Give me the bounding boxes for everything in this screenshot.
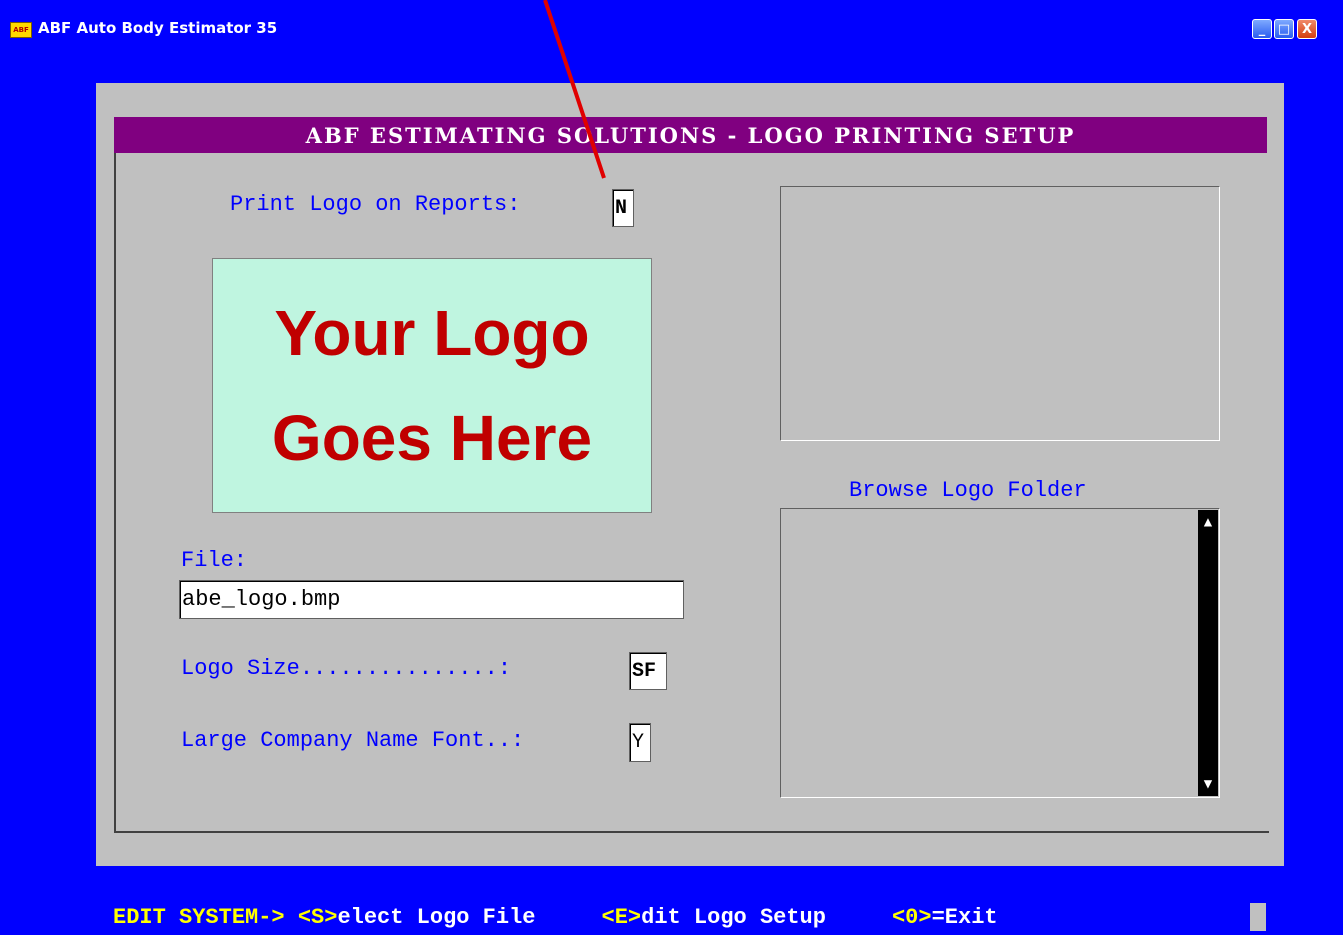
close-button[interactable]: X xyxy=(1297,19,1317,39)
select-key[interactable]: <S> xyxy=(298,905,338,930)
window-title: ABF Auto Body Estimator 35 xyxy=(38,19,278,37)
large-font-field[interactable]: Y xyxy=(629,723,651,762)
command-bar: EDIT SYSTEM-> <S> elect Logo File <E> di… xyxy=(113,900,998,935)
app-icon: ABF xyxy=(10,22,32,38)
print-logo-label: Print Logo on Reports: xyxy=(230,192,521,217)
edit-command[interactable]: dit Logo Setup xyxy=(641,905,826,930)
browse-scrollbar[interactable]: ▲ ▼ xyxy=(1198,510,1218,796)
browse-file-list[interactable] xyxy=(780,508,1220,798)
scroll-down-icon[interactable]: ▼ xyxy=(1198,774,1218,794)
edit-key[interactable]: <E> xyxy=(602,905,642,930)
title-bar: ABF ABF Auto Body Estimator 35 _ □ X xyxy=(0,0,1343,58)
file-input[interactable]: abe_logo.bmp xyxy=(179,580,684,619)
page-title: ABF ESTIMATING SOLUTIONS - LOGO PRINTING… xyxy=(114,117,1267,153)
large-font-label: Large Company Name Font..: xyxy=(181,728,525,753)
print-logo-field[interactable]: N xyxy=(612,189,634,227)
minimize-button[interactable]: _ xyxy=(1252,19,1272,39)
select-command[interactable]: elect Logo File xyxy=(337,905,535,930)
scroll-up-icon[interactable]: ▲ xyxy=(1198,512,1218,532)
logo-size-label: Logo Size...............: xyxy=(181,656,512,681)
logo-preview-line1: Your Logo xyxy=(274,296,590,369)
logo-size-field[interactable]: SF xyxy=(629,652,667,690)
logo-preview: Your Logo Goes Here xyxy=(212,258,652,513)
command-prefix: EDIT SYSTEM-> xyxy=(113,905,285,930)
browse-label: Browse Logo Folder xyxy=(849,478,1087,503)
image-preview-pane xyxy=(780,186,1220,441)
exit-key[interactable]: <0> xyxy=(892,905,932,930)
file-label: File: xyxy=(181,548,248,573)
maximize-button[interactable]: □ xyxy=(1274,19,1294,39)
exit-command[interactable]: =Exit xyxy=(932,905,998,930)
logo-preview-line2: Goes Here xyxy=(271,401,593,474)
text-cursor xyxy=(1250,903,1266,931)
